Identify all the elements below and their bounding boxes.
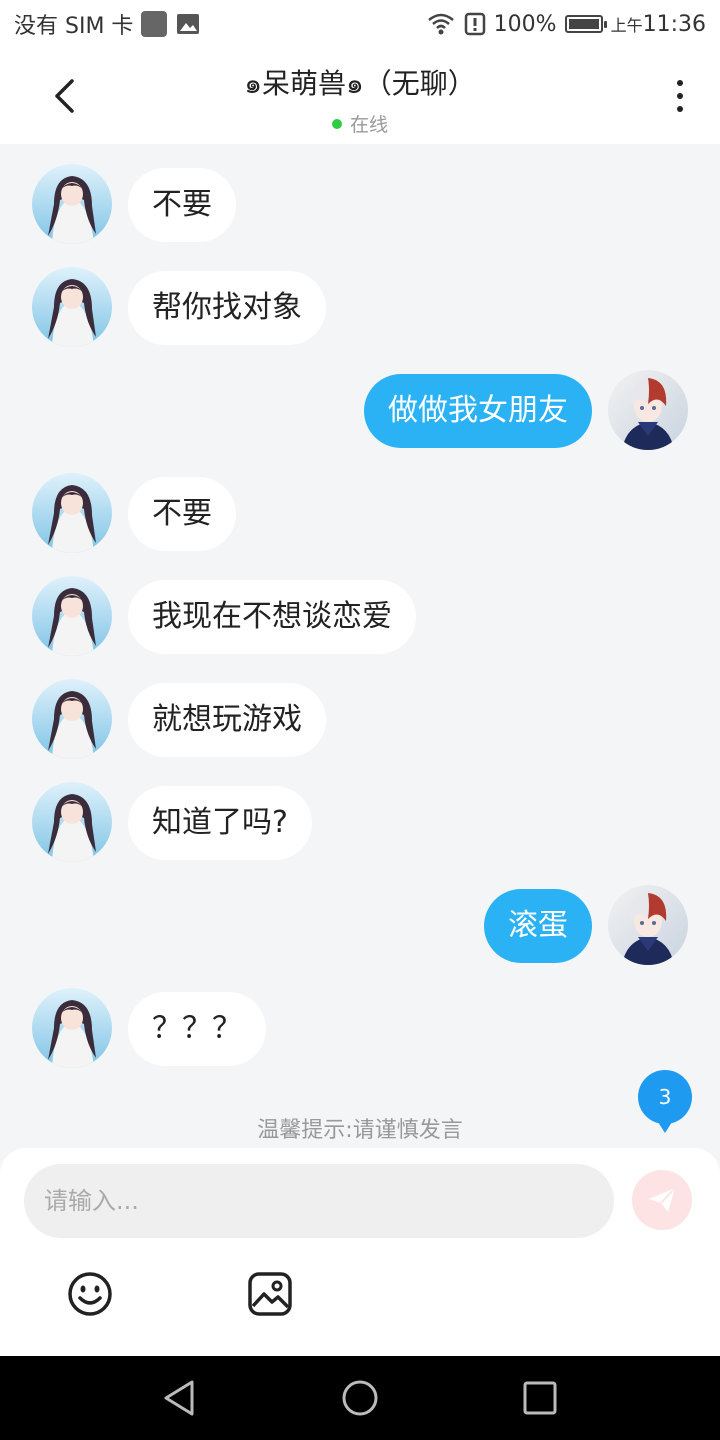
battery-percent: 100% — [493, 11, 557, 37]
emoji-button[interactable] — [66, 1270, 114, 1318]
status-bar: 没有 SIM 卡 100% 上午11:36 — [0, 0, 720, 48]
contact-avatar[interactable] — [32, 473, 112, 553]
composer — [0, 1148, 720, 1356]
incoming-bubble[interactable]: 不要 — [128, 477, 236, 551]
chat-title: ๑呆萌兽๑（无聊） — [244, 67, 476, 100]
system-nav-bar — [0, 1356, 720, 1440]
more-dot-icon — [677, 93, 683, 99]
message-row: 就想玩游戏 — [0, 677, 720, 759]
contact-avatar[interactable] — [32, 164, 112, 244]
image-picker-button[interactable] — [246, 1270, 294, 1318]
message-row: 滚蛋 — [0, 883, 720, 965]
clock: 上午11:36 — [611, 12, 706, 37]
title-wrap: ๑呆萌兽๑（无聊） 在线 — [0, 62, 720, 137]
more-options-button[interactable] — [670, 76, 690, 116]
message-row: 帮你找对象 — [0, 265, 720, 347]
contact-avatar[interactable] — [32, 988, 112, 1068]
wifi-icon — [427, 13, 454, 35]
contact-avatar[interactable] — [32, 782, 112, 862]
status-right: 100% 上午11:36 — [426, 12, 706, 37]
more-dot-icon — [677, 106, 683, 112]
battery-fill — [568, 19, 599, 29]
incoming-bubble[interactable]: ？？？ — [128, 992, 266, 1066]
contact-avatar[interactable] — [32, 576, 112, 656]
outgoing-bubble[interactable]: 滚蛋 — [484, 889, 592, 963]
alert-icon — [464, 12, 485, 36]
presence-status: 在线 — [0, 110, 720, 137]
send-icon — [649, 1187, 676, 1212]
message-row: ？？？ — [0, 986, 720, 1068]
message-row: 我现在不想谈恋爱 — [0, 574, 720, 656]
contact-avatar[interactable] — [32, 267, 112, 347]
image-icon — [248, 1272, 292, 1316]
user-avatar[interactable] — [608, 370, 688, 450]
notification-app-icon — [141, 11, 168, 37]
incoming-bubble[interactable]: 帮你找对象 — [128, 271, 326, 345]
incoming-bubble[interactable]: 知道了吗? — [128, 786, 312, 860]
presence-text: 在线 — [349, 114, 388, 136]
message-row: 知道了吗? — [0, 780, 720, 862]
battery-icon — [564, 15, 607, 33]
status-left: 没有 SIM 卡 — [14, 8, 201, 40]
clock-time: 11:36 — [642, 11, 706, 37]
warning-tip: 温馨提示:请谨慎发言 — [257, 1118, 463, 1143]
incoming-bubble[interactable]: 不要 — [128, 168, 236, 242]
message-row: 不要 — [0, 162, 720, 244]
nav-back-icon[interactable] — [160, 1378, 200, 1418]
message-row: 不要 — [0, 471, 720, 553]
outgoing-bubble[interactable]: 做做我女朋友 — [364, 374, 592, 448]
chat-header: ๑呆萌兽๑（无聊） 在线 — [0, 48, 720, 144]
smiley-icon — [68, 1272, 112, 1316]
message-input[interactable] — [24, 1164, 614, 1238]
image-notification-icon — [177, 14, 200, 34]
online-dot-icon — [331, 118, 342, 129]
more-dot-icon — [677, 80, 683, 86]
nav-recents-icon[interactable] — [520, 1378, 560, 1418]
carrier-text: 没有 SIM 卡 — [14, 14, 134, 39]
contact-avatar[interactable] — [32, 679, 112, 759]
clock-prefix: 上午 — [610, 15, 643, 35]
send-button[interactable] — [632, 1170, 692, 1230]
user-avatar[interactable] — [608, 885, 688, 965]
incoming-bubble[interactable]: 就想玩游戏 — [128, 683, 326, 757]
message-row: 做做我女朋友 — [0, 368, 720, 450]
incoming-bubble[interactable]: 我现在不想谈恋爱 — [128, 580, 416, 654]
nav-home-icon[interactable] — [340, 1378, 380, 1418]
